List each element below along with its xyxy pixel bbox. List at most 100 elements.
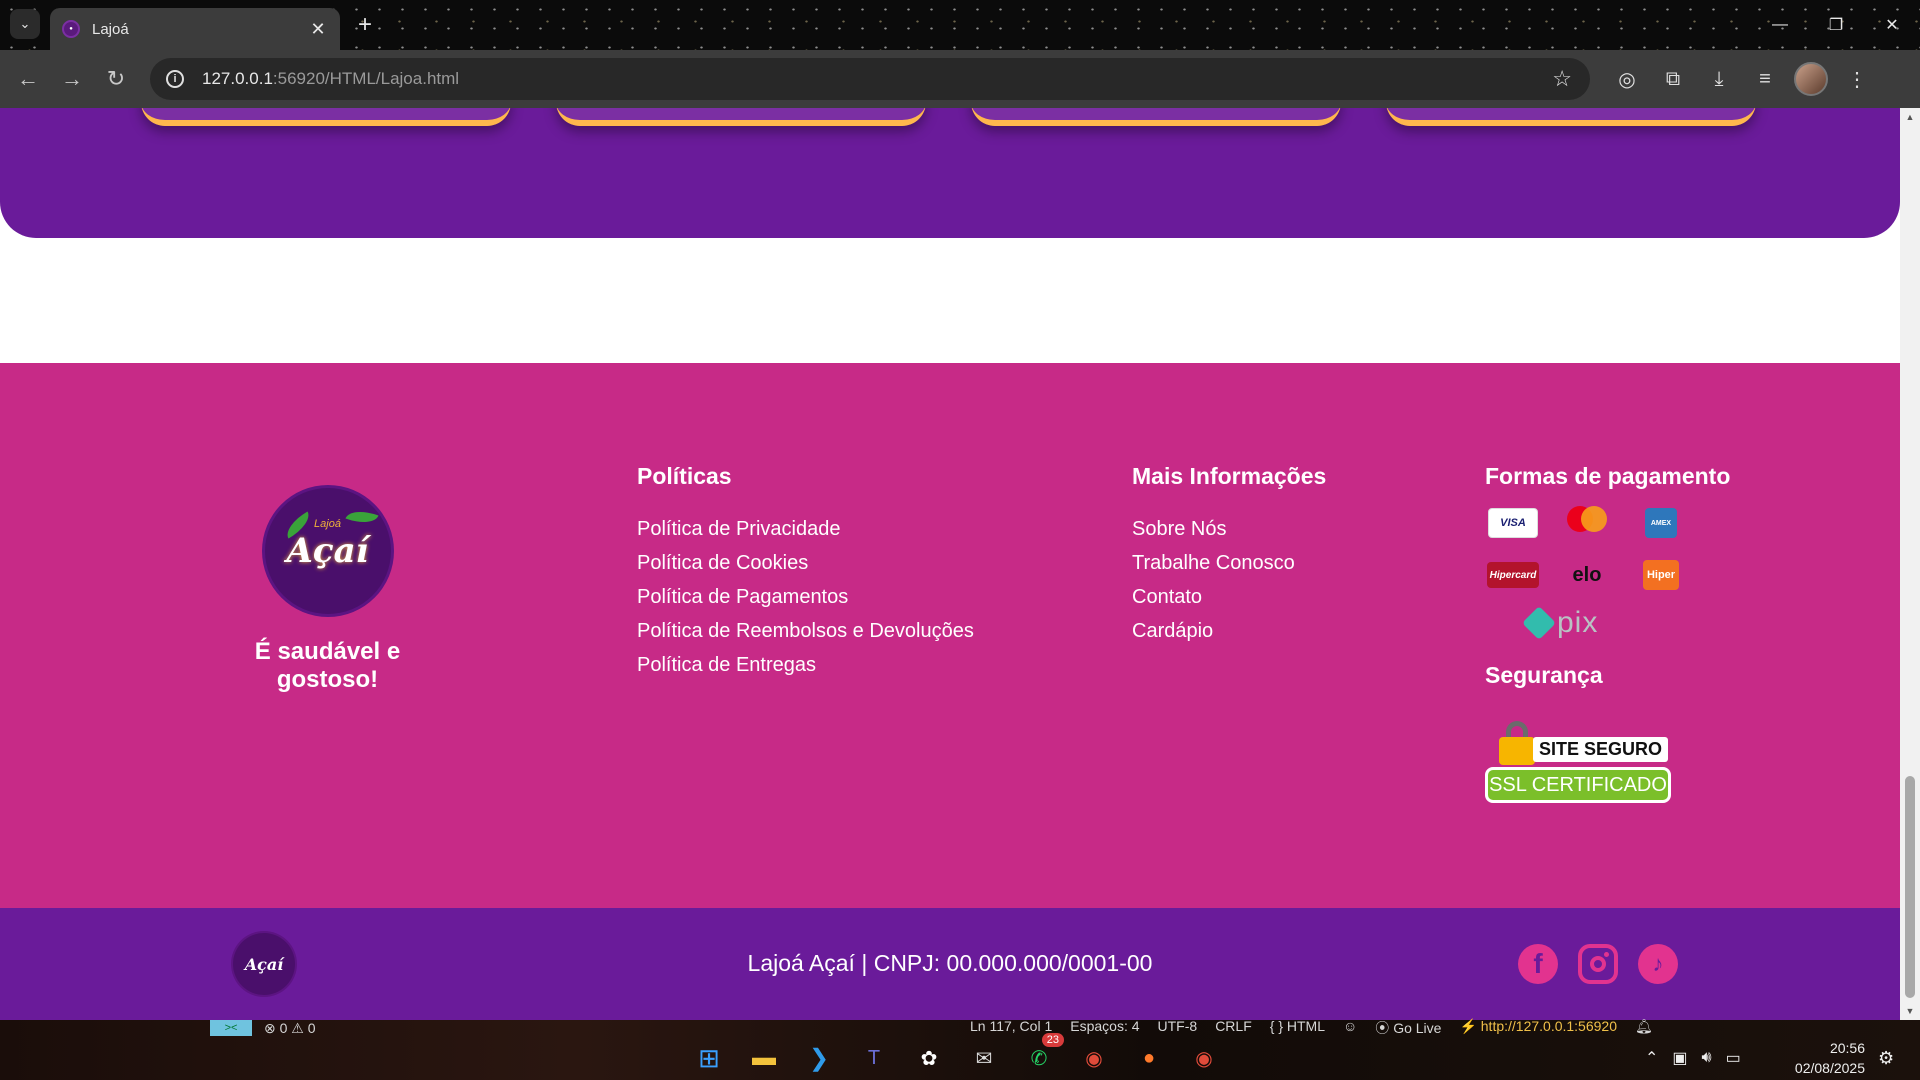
social-links: f ♪ (1518, 944, 1678, 984)
policy-link-delivery[interactable]: Política de Entregas (637, 648, 974, 682)
logo-text: Açaí (286, 531, 369, 571)
site-info-icon[interactable]: i (166, 70, 184, 88)
taskbar-clock[interactable]: 20:56 02/08/2025 (1785, 1038, 1865, 1078)
amex-icon: AMEX (1645, 508, 1677, 538)
page-viewport: Lajoá Açaí É saudável e gostoso! Polític… (0, 108, 1900, 1020)
chrome-icon[interactable]: ◉ (1075, 1039, 1113, 1077)
url-text: 127.0.0.1:56920/HTML/Lajoa.html (202, 69, 460, 88)
new-tab-button[interactable]: + (350, 10, 380, 40)
go-live-button[interactable]: ⦿ Go Live (1375, 1018, 1441, 1038)
tray-overflow-icon[interactable]: ⌃ (1645, 1048, 1658, 1068)
facebook-icon[interactable]: f (1518, 944, 1558, 984)
more-info-title: Mais Informações (1132, 463, 1327, 489)
hiper-icon: Hiper (1643, 560, 1679, 590)
minimize-icon[interactable]: — (1752, 0, 1808, 50)
windows-start-icon[interactable]: ⊞ (690, 1039, 728, 1077)
leaf-icon (345, 505, 378, 529)
download-icon[interactable]: ⤓ (1702, 62, 1736, 96)
browser-tab[interactable]: ● Lajoá ✕ (50, 8, 340, 50)
reload-icon[interactable]: ↻ (94, 57, 138, 101)
close-tab-icon[interactable]: ✕ (308, 19, 328, 40)
problems-indicator[interactable]: ⊗ 0 ⚠ 0 (264, 1020, 316, 1037)
scroll-thumb[interactable] (1905, 776, 1915, 998)
close-icon[interactable]: ✕ (1864, 0, 1920, 50)
taskbar-apps: ⊞ ▬ ❯ T ✿ ✉ ✆ 23 ◉ ● ◉ (690, 1033, 1223, 1080)
policy-link-payments[interactable]: Política de Pagamentos (637, 580, 974, 614)
line-ending[interactable]: CRLF (1215, 1018, 1252, 1038)
more-info-column: Mais Informações Sobre Nós Trabalhe Cono… (1132, 463, 1326, 648)
policy-link-refunds[interactable]: Política de Reembolsos e Devoluções (637, 614, 974, 648)
link-contact[interactable]: Contato (1132, 580, 1326, 614)
chrome-profile-icon[interactable]: ◉ (1185, 1039, 1223, 1077)
logo-small-text: Lajoá (314, 518, 341, 530)
volume-icon[interactable]: 🔊︎ (1702, 1049, 1712, 1067)
payment-methods: VISA AMEX Hipercard elo Hiper (1485, 504, 1730, 594)
copilot-icon[interactable]: ☺ (1343, 1018, 1357, 1038)
favicon-icon: ● (62, 20, 80, 38)
menu-icon[interactable]: ⋮ (1840, 62, 1874, 96)
language-mode[interactable]: { } HTML (1270, 1018, 1325, 1038)
media-control-icon[interactable]: ≡ (1748, 62, 1782, 96)
indentation[interactable]: Espaços: 4 (1070, 1018, 1139, 1038)
ssl-badge-top: SITE SEGURO (1533, 737, 1669, 762)
payment-title: Formas de pagamento (1485, 463, 1731, 489)
link-menu[interactable]: Cardápio (1132, 614, 1326, 648)
vscode-icon[interactable]: ❯ (800, 1039, 838, 1077)
file-explorer-icon[interactable]: ▬ (745, 1039, 783, 1077)
security-title: Segurança (1485, 662, 1603, 688)
system-tray: ⌃ ▣ 🔊︎ ▭ (1645, 1036, 1741, 1080)
browser-tab-strip: ⌄ ● Lajoá ✕ + — ❐ ✕ (0, 0, 1920, 50)
battery-icon[interactable]: ▭ (1726, 1048, 1741, 1068)
site-footer: Lajoá Açaí É saudável e gostoso! Polític… (0, 363, 1900, 908)
status-bar-right: Ln 117, Col 1 Espaços: 4 UTF-8 CRLF { } … (970, 1018, 1653, 1038)
instagram-icon[interactable] (1578, 944, 1618, 984)
live-server-url[interactable]: ⚡ http://127.0.0.1:56920 (1459, 1018, 1617, 1038)
back-icon[interactable]: ← (6, 57, 50, 101)
bookmark-star-icon[interactable]: ☆ (1552, 66, 1572, 92)
forward-icon[interactable]: → (50, 57, 94, 101)
elo-icon: elo (1572, 563, 1602, 586)
product-card[interactable] (556, 108, 926, 126)
link-careers[interactable]: Trabalhe Conosco (1132, 546, 1326, 580)
policies-title: Políticas (637, 463, 732, 489)
restore-icon[interactable]: ❐ (1808, 0, 1864, 50)
address-bar[interactable]: i 127.0.0.1:56920/HTML/Lajoa.html ☆ (150, 58, 1590, 100)
whatsapp-icon[interactable]: ✆ 23 (1020, 1033, 1064, 1077)
tiktok-icon[interactable]: ♪ (1638, 944, 1678, 984)
profile-avatar[interactable] (1794, 62, 1828, 96)
incognito-icon[interactable]: ◎ (1610, 62, 1644, 96)
tab-search-button[interactable]: ⌄ (10, 9, 40, 39)
scroll-up-icon[interactable]: ▲ (1900, 108, 1920, 126)
encoding[interactable]: UTF-8 (1158, 1018, 1198, 1038)
remote-icon[interactable]: >< (210, 1020, 252, 1036)
firefox-icon[interactable]: ● (1130, 1039, 1168, 1077)
policy-link-cookies[interactable]: Política de Cookies (637, 546, 974, 580)
product-card[interactable] (971, 108, 1341, 126)
product-card[interactable] (141, 108, 511, 126)
clock-time: 20:56 (1829, 1040, 1865, 1056)
clock-date: 02/08/2025 (1794, 1060, 1865, 1076)
scroll-down-icon[interactable]: ▼ (1900, 1002, 1920, 1020)
browser-toolbar: ← → ↻ i 127.0.0.1:56920/HTML/Lajoa.html … (0, 50, 1920, 108)
page-scrollbar[interactable]: ▲ ▼ (1900, 108, 1920, 1020)
teams-icon[interactable]: T (855, 1039, 893, 1077)
ssl-badge-bottom: SSL CERTIFICADO (1485, 767, 1671, 803)
chatgpt-icon[interactable]: ✿ (910, 1039, 948, 1077)
extensions-icon[interactable]: ⧉ (1656, 62, 1690, 96)
windows-taskbar: >< ⊗ 0 ⚠ 0 Ln 117, Col 1 Espaços: 4 UTF-… (0, 1018, 1920, 1080)
cursor-position[interactable]: Ln 117, Col 1 (970, 1018, 1052, 1038)
policy-link-privacy[interactable]: Política de Privacidade (637, 512, 974, 546)
link-about[interactable]: Sobre Nós (1132, 512, 1326, 546)
lock-icon (1499, 721, 1535, 765)
policies-column: Políticas Política de Privacidade Políti… (637, 463, 974, 682)
notification-center-icon[interactable]: ⚙ (1878, 1048, 1894, 1069)
network-icon[interactable]: ▣ (1672, 1048, 1687, 1068)
ssl-badge: SITE SEGURO SSL CERTIFICADO (1485, 721, 1671, 809)
acai-logo: Lajoá Açaí (264, 488, 391, 614)
footer-brand: Lajoá Açaí É saudável e gostoso! (205, 488, 450, 694)
mail-icon[interactable]: ✉ (965, 1039, 1003, 1077)
product-card[interactable] (1386, 108, 1756, 126)
payment-column: Formas de pagamento VISA AMEX Hipercard … (1485, 463, 1730, 809)
pix-icon: pix (1522, 606, 1730, 640)
notifications-bell-icon[interactable]: 🔔︎ (1635, 1018, 1653, 1038)
